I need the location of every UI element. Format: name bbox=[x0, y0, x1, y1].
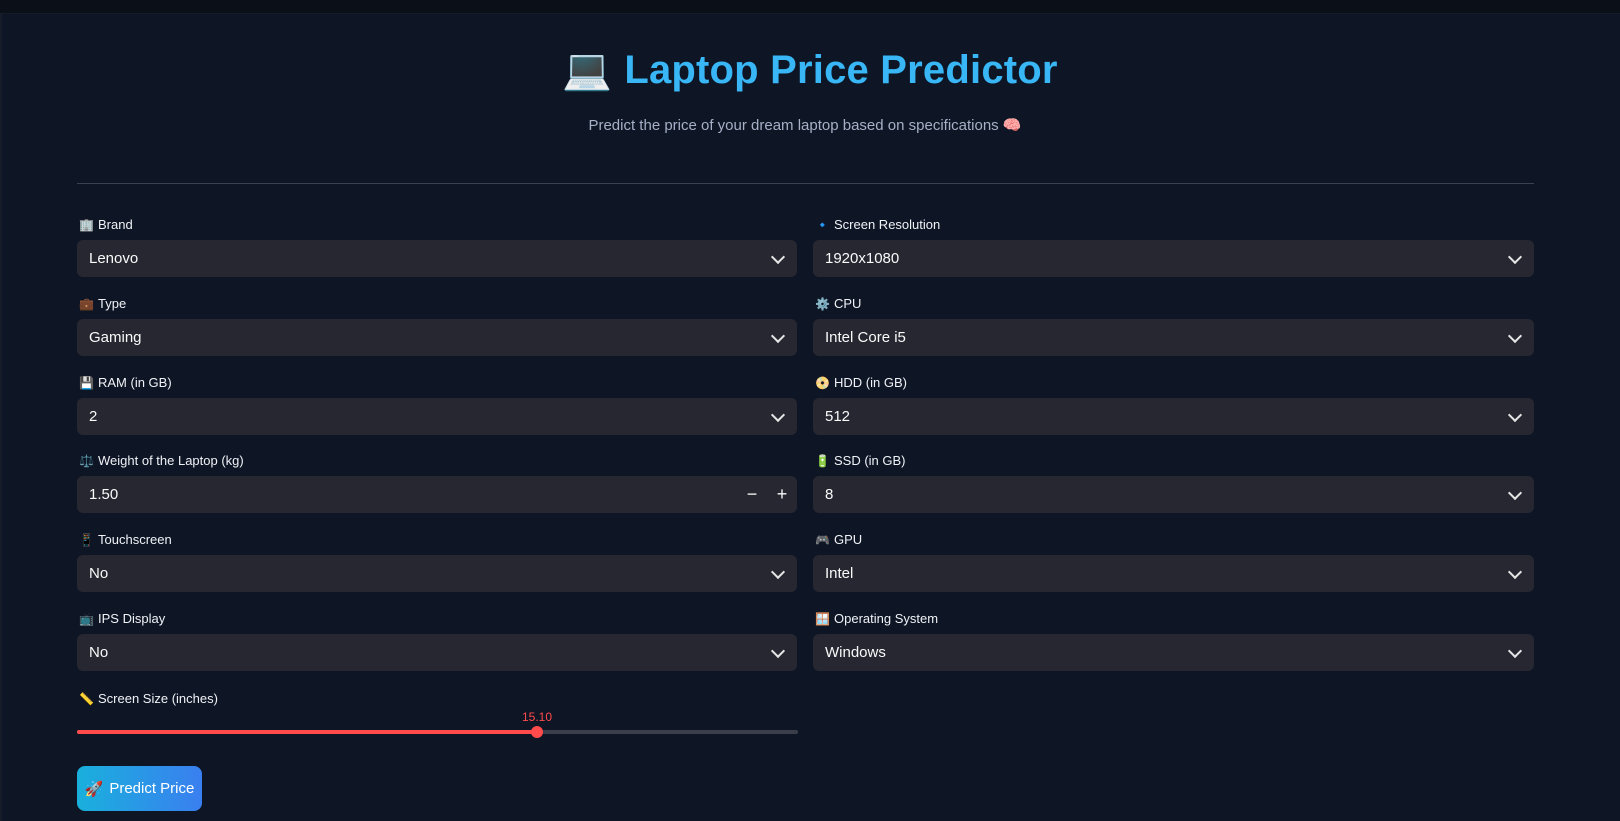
phone-icon: 📱 bbox=[79, 533, 94, 547]
cpu-label: ⚙️ CPU bbox=[815, 296, 862, 311]
chevron-down-icon bbox=[770, 564, 786, 579]
gpu-select[interactable]: Intel bbox=[813, 555, 1534, 592]
touchscreen-label: 📱 Touchscreen bbox=[79, 532, 172, 547]
cpu-value: Intel Core i5 bbox=[825, 329, 906, 346]
chevron-down-icon bbox=[1507, 643, 1523, 658]
touchscreen-value: No bbox=[89, 565, 109, 582]
decrement-button[interactable]: − bbox=[737, 476, 767, 513]
ssd-label: 🔋 SSD (in GB) bbox=[815, 453, 906, 468]
os-select[interactable]: Windows bbox=[813, 634, 1534, 671]
hdd-value: 512 bbox=[825, 408, 851, 425]
page-subtitle: Predict the price of your dream laptop b… bbox=[588, 117, 1022, 134]
os-field: 🪟 Operating System Windows bbox=[813, 610, 1534, 671]
type-value: Gaming bbox=[89, 329, 142, 346]
weight-label: ⚖️ Weight of the Laptop (kg) bbox=[79, 453, 244, 468]
hdd-field: 📀 HDD (in GB) 512 bbox=[813, 374, 1534, 435]
brand-field: 🏢 Brand Lenovo bbox=[77, 216, 797, 277]
predict-price-label: Predict Price bbox=[109, 780, 195, 797]
screen-resolution-value: 1920x1080 bbox=[825, 250, 900, 267]
ruler-icon: 📏 bbox=[79, 692, 94, 706]
ips-select[interactable]: No bbox=[77, 634, 797, 671]
cpu-select[interactable]: Intel Core i5 bbox=[813, 319, 1534, 356]
chevron-down-icon bbox=[1507, 564, 1523, 579]
floppy-disk-icon: 💾 bbox=[79, 376, 94, 390]
gear-icon: ⚙️ bbox=[815, 297, 830, 311]
screen-size-field: 📏 Screen Size (inches) 15.10 bbox=[77, 690, 798, 738]
gamepad-icon: 🎮 bbox=[815, 533, 830, 547]
battery-icon: 🔋 bbox=[815, 454, 830, 468]
tv-icon: 📺 bbox=[79, 612, 94, 626]
gpu-field: 🎮 GPU Intel bbox=[813, 531, 1534, 592]
app-top-bar bbox=[0, 0, 1620, 14]
screen-resolution-field: 🔹 Screen Resolution 1920x1080 bbox=[813, 216, 1534, 277]
chevron-down-icon bbox=[1507, 407, 1523, 422]
ram-select[interactable]: 2 bbox=[77, 398, 797, 435]
diamond-icon: 🔹 bbox=[815, 218, 830, 232]
ssd-select[interactable]: 8 bbox=[813, 476, 1534, 513]
divider bbox=[77, 183, 1534, 184]
touchscreen-field: 📱 Touchscreen No bbox=[77, 531, 797, 592]
weight-field: ⚖️ Weight of the Laptop (kg) 1.50 − + bbox=[77, 452, 797, 513]
slider-fill bbox=[77, 730, 537, 734]
page-title-text: Laptop Price Predictor bbox=[624, 48, 1058, 92]
screen-size-label: 📏 Screen Size (inches) bbox=[79, 691, 218, 706]
predict-price-button[interactable]: 🚀 Predict Price bbox=[77, 766, 202, 811]
dvd-icon: 📀 bbox=[815, 376, 830, 390]
chevron-down-icon bbox=[770, 249, 786, 264]
hdd-label: 📀 HDD (in GB) bbox=[815, 375, 907, 390]
chevron-down-icon bbox=[1507, 485, 1523, 500]
scale-icon: ⚖️ bbox=[79, 454, 94, 468]
os-label: 🪟 Operating System bbox=[815, 611, 939, 626]
slider-thumb[interactable] bbox=[531, 726, 543, 738]
laptop-icon: 💻 bbox=[562, 48, 613, 92]
rocket-icon: 🚀 bbox=[84, 780, 104, 798]
type-select[interactable]: Gaming bbox=[77, 319, 797, 356]
chevron-down-icon bbox=[770, 643, 786, 658]
left-edge bbox=[0, 13, 2, 821]
gpu-value: Intel bbox=[825, 565, 854, 582]
hdd-select[interactable]: 512 bbox=[813, 398, 1534, 435]
chevron-down-icon bbox=[1507, 249, 1523, 264]
ram-field: 💾 RAM (in GB) 2 bbox=[77, 374, 797, 435]
chevron-down-icon bbox=[770, 328, 786, 343]
ips-value: No bbox=[89, 644, 109, 661]
ram-value: 2 bbox=[89, 408, 98, 425]
ips-label: 📺 IPS Display bbox=[79, 611, 166, 626]
brand-value: Lenovo bbox=[89, 250, 139, 267]
briefcase-icon: 💼 bbox=[79, 297, 94, 311]
cpu-field: ⚙️ CPU Intel Core i5 bbox=[813, 295, 1534, 356]
ssd-field: 🔋 SSD (in GB) 8 bbox=[813, 452, 1534, 513]
chevron-down-icon bbox=[770, 407, 786, 422]
weight-input[interactable]: 1.50 bbox=[89, 486, 737, 503]
ram-label: 💾 RAM (in GB) bbox=[79, 375, 172, 390]
ips-field: 📺 IPS Display No bbox=[77, 610, 797, 671]
screen-resolution-select[interactable]: 1920x1080 bbox=[813, 240, 1534, 277]
os-value: Windows bbox=[825, 644, 886, 661]
window-icon: 🪟 bbox=[815, 612, 830, 626]
slider-track[interactable] bbox=[77, 726, 798, 738]
type-field: 💼 Type Gaming bbox=[77, 295, 797, 356]
page-title: 💻 Laptop Price Predictor bbox=[0, 46, 1620, 93]
ssd-value: 8 bbox=[825, 486, 834, 503]
slider-value: 15.10 bbox=[521, 710, 553, 724]
touchscreen-select[interactable]: No bbox=[77, 555, 797, 592]
increment-button[interactable]: + bbox=[767, 476, 797, 513]
building-icon: 🏢 bbox=[79, 218, 94, 232]
weight-number-input: 1.50 − + bbox=[77, 476, 797, 513]
brand-select[interactable]: Lenovo bbox=[77, 240, 797, 277]
gpu-label: 🎮 GPU bbox=[815, 532, 863, 547]
screen-resolution-label: 🔹 Screen Resolution bbox=[815, 217, 941, 232]
chevron-down-icon bbox=[1507, 328, 1523, 343]
brand-label: 🏢 Brand bbox=[79, 217, 133, 232]
type-label: 💼 Type bbox=[79, 296, 127, 311]
